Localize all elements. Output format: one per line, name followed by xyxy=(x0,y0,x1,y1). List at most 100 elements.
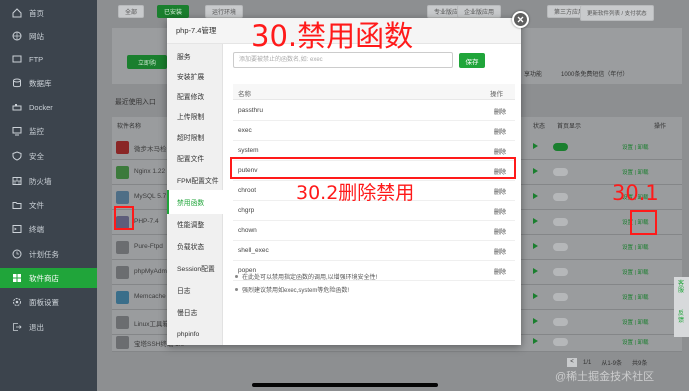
sidebar-item-store[interactable]: 软件商店 xyxy=(0,268,97,288)
delete-link[interactable]: 删除 xyxy=(494,247,506,256)
sidebar-item-label: 监控 xyxy=(29,126,44,136)
sidebar-item-label: 面板设置 xyxy=(29,297,59,307)
table-row: exec 删除 xyxy=(233,121,515,141)
home-toggle[interactable] xyxy=(553,293,568,301)
delete-link[interactable]: 删除 xyxy=(494,107,506,116)
shield-icon xyxy=(11,151,22,162)
feedback-link[interactable]: 反馈 xyxy=(678,311,686,325)
function-name-input[interactable] xyxy=(233,52,453,68)
row-actions[interactable]: 设置 | 卸载 xyxy=(622,318,649,326)
app-name: Linux工具箱 xyxy=(134,321,170,328)
row-actions[interactable]: 设置 | 卸载 xyxy=(622,268,649,276)
delete-link[interactable]: 删除 xyxy=(494,207,506,216)
table-row: shell_exec 删除 xyxy=(233,241,515,261)
sidebar-item-label: Docker xyxy=(29,102,53,112)
row-actions[interactable]: 设置 | 卸载 xyxy=(622,143,649,151)
promo-text: 享功能 xyxy=(524,72,543,78)
prev-page-button[interactable]: < xyxy=(567,358,577,367)
nav-performance[interactable]: 性能调整 xyxy=(167,212,223,236)
nav-config-file[interactable]: 配置文件 xyxy=(167,146,223,170)
col-state-header: 状态 xyxy=(533,124,546,130)
buy-now-button[interactable]: 立即购 xyxy=(127,55,167,69)
logout-icon xyxy=(11,322,22,333)
app-name: Pure-Ftpd xyxy=(134,243,163,250)
tab-runtime[interactable]: 运行环境 xyxy=(205,5,244,18)
play-icon[interactable] xyxy=(533,218,538,224)
table-row: chown 删除 xyxy=(233,221,515,241)
delete-link[interactable]: 删除 xyxy=(494,127,506,136)
ftp-icon xyxy=(11,54,22,65)
sidebar-item-files[interactable]: 文件 xyxy=(0,195,97,215)
close-icon[interactable] xyxy=(512,11,529,28)
store-icon xyxy=(11,273,22,284)
home-toggle[interactable] xyxy=(553,243,568,251)
customer-service-link[interactable]: 客服 xyxy=(678,281,686,295)
sidebar-item-firewall[interactable]: 防火墙 xyxy=(0,171,97,191)
nav-load-status[interactable]: 负载状态 xyxy=(167,234,223,258)
sidebar-item-logout[interactable]: 退出 xyxy=(0,317,97,337)
play-icon[interactable] xyxy=(533,293,538,299)
play-icon[interactable] xyxy=(533,243,538,249)
play-icon[interactable] xyxy=(533,168,538,174)
delete-link[interactable]: 删除 xyxy=(494,187,506,196)
nav-fpm-config[interactable]: FPM配置文件 xyxy=(167,168,223,192)
nav-phpinfo[interactable]: phpinfo xyxy=(167,322,223,346)
nav-logs[interactable]: 日志 xyxy=(167,278,223,302)
home-toggle[interactable] xyxy=(553,218,568,226)
row-actions[interactable]: 设置 | 卸载 xyxy=(622,168,649,176)
play-icon[interactable] xyxy=(533,318,538,324)
sidebar-item-database[interactable]: 数据库 xyxy=(0,73,97,93)
sidebar-item-label: FTP xyxy=(29,54,44,64)
app-name: Memcache xyxy=(134,293,166,300)
save-button[interactable]: 保存 xyxy=(459,53,485,68)
sidebar-item-security[interactable]: 安全 xyxy=(0,146,97,166)
function-name: shell_exec xyxy=(238,247,269,254)
sidebar-item-terminal[interactable]: 终端 xyxy=(0,219,97,239)
row-actions[interactable]: 设置 | 卸载 xyxy=(622,338,649,346)
play-icon[interactable] xyxy=(533,268,538,274)
delete-link[interactable]: 删除 xyxy=(494,227,506,236)
app-logo xyxy=(116,266,129,279)
tab-enterprise[interactable]: 企业版应用 xyxy=(457,5,502,18)
home-toggle[interactable] xyxy=(553,143,568,151)
update-software-list-button[interactable]: 更新软件列表 / 支付状态 xyxy=(580,5,654,21)
sidebar-item-docker[interactable]: Docker xyxy=(0,97,97,117)
app-logo xyxy=(116,141,129,154)
folder-icon xyxy=(11,200,22,211)
sidebar-item-monitor[interactable]: 监控 xyxy=(0,121,97,141)
home-toggle[interactable] xyxy=(553,168,568,176)
play-icon[interactable] xyxy=(533,193,538,199)
sidebar-item-website[interactable]: 网站 xyxy=(0,26,97,46)
dialog-nav: 服务 安装扩展 配置修改 上传限制 超时限制 配置文件 FPM配置文件 禁用函数… xyxy=(167,44,223,345)
sidebar-item-label: 防火墙 xyxy=(29,176,52,186)
tab-all[interactable]: 全部 xyxy=(118,5,145,18)
home-icon xyxy=(11,8,22,19)
home-toggle[interactable] xyxy=(553,318,568,326)
sidebar-item-home[interactable]: 首页 xyxy=(0,3,97,23)
annotation-title: 30.禁用函数 xyxy=(251,19,414,53)
sidebar-item-label: 安全 xyxy=(29,151,44,161)
sidebar-item-cron[interactable]: 计划任务 xyxy=(0,244,97,264)
home-toggle[interactable] xyxy=(553,193,568,201)
home-toggle[interactable] xyxy=(553,268,568,276)
home-toggle[interactable] xyxy=(553,338,568,346)
docker-icon xyxy=(11,102,22,113)
app-name: PHP-7.4 xyxy=(134,218,159,225)
row-actions[interactable]: 设置 | 卸载 xyxy=(622,243,649,251)
tip-text: 强烈建议禁用如exec,system等危险函数! xyxy=(242,288,350,294)
delete-link[interactable]: 删除 xyxy=(494,147,506,156)
annotation-settings: 30.1 xyxy=(612,181,659,205)
tip-item: 强烈建议禁用如exec,system等危险函数! xyxy=(235,285,349,294)
nav-disabled-functions[interactable]: 禁用函数 xyxy=(167,190,223,214)
nav-session-config[interactable]: Session配置 xyxy=(167,256,223,280)
play-icon[interactable] xyxy=(533,143,538,149)
tab-installed[interactable]: 已安装 xyxy=(157,5,190,18)
app-logo xyxy=(116,291,129,304)
play-icon[interactable] xyxy=(533,338,538,344)
nav-slow-log[interactable]: 慢日志 xyxy=(167,300,223,324)
row-actions[interactable]: 设置 | 卸载 xyxy=(622,293,649,301)
sidebar-item-settings[interactable]: 面板设置 xyxy=(0,292,97,312)
sms-promo: 1000条免费短信（年付） xyxy=(561,72,629,78)
sidebar-item-ftp[interactable]: FTP xyxy=(0,49,97,69)
delete-link[interactable]: 删除 xyxy=(494,267,506,276)
